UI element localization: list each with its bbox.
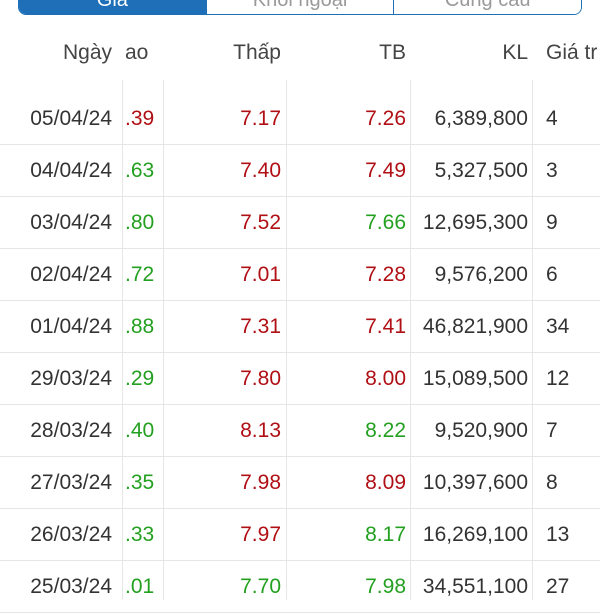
column-header-avg[interactable]: TB — [286, 26, 406, 80]
table-row[interactable]: 03/04/24 .80 7.52 7.66 12,695,300 9 — [0, 197, 600, 249]
cell-value: 34 — [546, 314, 570, 338]
cell-high: .40 — [125, 418, 155, 442]
cell-low: 7.98 — [240, 470, 281, 494]
cell-volume: 9,520,900 — [434, 418, 528, 442]
cell-low: 7.31 — [240, 314, 281, 338]
table-row[interactable]: 02/04/24 .72 7.01 7.28 9,576,200 6 — [0, 249, 600, 301]
table-row[interactable]: 25/03/24 .01 7.70 7.98 34,551,100 27 — [0, 561, 600, 613]
cell-value: 4 — [546, 106, 558, 130]
cell-low: 7.17 — [240, 106, 281, 130]
column-header-date[interactable]: Ngày — [0, 26, 112, 80]
cell-high: .63 — [125, 158, 155, 182]
cell-high: .35 — [125, 470, 155, 494]
cell-high: .72 — [125, 262, 155, 286]
cell-low: 7.52 — [240, 210, 281, 234]
cell-volume: 6,389,800 — [434, 106, 528, 130]
cell-value: 6 — [546, 262, 558, 286]
cell-date: 05/04/24 — [30, 106, 112, 130]
cell-value: 7 — [546, 418, 558, 442]
column-header-low[interactable]: Thấp — [156, 26, 281, 80]
cell-high: .39 — [125, 106, 155, 130]
table-row[interactable]: 29/03/24 .29 7.80 8.00 15,089,500 12 — [0, 353, 600, 405]
cell-volume: 12,695,300 — [422, 210, 528, 234]
cell-date: 01/04/24 — [30, 314, 112, 338]
cell-volume: 9,576,200 — [434, 262, 528, 286]
cell-value: 9 — [546, 210, 558, 234]
column-header-volume[interactable]: KL — [410, 26, 528, 80]
cell-value: 8 — [546, 470, 558, 494]
cell-volume: 16,269,100 — [422, 522, 528, 546]
table-row[interactable]: 05/04/24 .39 7.17 7.26 6,389,800 4 — [0, 93, 600, 145]
cell-low: 8.13 — [240, 418, 281, 442]
cell-volume: 15,089,500 — [422, 366, 528, 390]
cell-low: 7.70 — [240, 574, 281, 598]
cell-avg: 7.66 — [365, 210, 406, 234]
tab-foreign[interactable]: Khối ngoại — [205, 0, 394, 14]
tab-price[interactable]: Giá — [19, 0, 206, 14]
cell-low: 7.40 — [240, 158, 281, 182]
table-row[interactable]: 26/03/24 .33 7.97 8.17 16,269,100 13 — [0, 509, 600, 561]
cell-avg: 8.22 — [365, 418, 406, 442]
cell-value: 13 — [546, 522, 570, 546]
cell-volume: 34,551,100 — [422, 574, 528, 598]
cell-avg: 7.41 — [365, 314, 406, 338]
cell-low: 7.97 — [240, 522, 281, 546]
cell-avg: 8.09 — [365, 470, 406, 494]
cell-volume: 46,821,900 — [422, 314, 528, 338]
cell-high: .29 — [125, 366, 155, 390]
cell-date: 26/03/24 — [30, 522, 112, 546]
cell-avg: 7.28 — [365, 262, 406, 286]
table-header: Ngày ao Thấp TB KL Giá tr — [0, 26, 600, 80]
header-gap — [0, 80, 600, 93]
cell-avg: 8.00 — [365, 366, 406, 390]
table-row[interactable]: 27/03/24 .35 7.98 8.09 10,397,600 8 — [0, 457, 600, 509]
cell-high: .80 — [125, 210, 155, 234]
table-row[interactable]: 28/03/24 .40 8.13 8.22 9,520,900 7 — [0, 405, 600, 457]
cell-avg: 7.26 — [365, 106, 406, 130]
cell-low: 7.01 — [240, 262, 281, 286]
cell-date: 28/03/24 — [30, 418, 112, 442]
price-history-table[interactable]: 05/04/24 .39 7.17 7.26 6,389,800 4 04/04/24 .63… — [0, 93, 600, 613]
column-header-high[interactable]: ao — [122, 26, 156, 80]
cell-date: 02/04/24 — [30, 262, 112, 286]
tab-bar: Giá Khối ngoại Cung cầu — [18, 0, 582, 15]
cell-date: 25/03/24 — [30, 574, 112, 598]
cell-date: 27/03/24 — [30, 470, 112, 494]
column-header-value[interactable]: Giá tr — [532, 26, 600, 80]
cell-volume: 5,327,500 — [434, 158, 528, 182]
cell-high: .33 — [125, 522, 155, 546]
cell-low: 7.80 — [240, 366, 281, 390]
table-row[interactable]: 04/04/24 .63 7.40 7.49 5,327,500 3 — [0, 145, 600, 197]
tab-supply-demand[interactable]: Cung cầu — [393, 0, 581, 14]
cell-value: 27 — [546, 574, 570, 598]
cell-high: .88 — [125, 314, 155, 338]
cell-avg: 7.98 — [365, 574, 406, 598]
cell-date: 03/04/24 — [30, 210, 112, 234]
cell-high: .01 — [125, 574, 155, 598]
cell-value: 3 — [546, 158, 558, 182]
cell-volume: 10,397,600 — [422, 470, 528, 494]
cell-value: 12 — [546, 366, 570, 390]
cell-date: 04/04/24 — [30, 158, 112, 182]
table-row[interactable]: 01/04/24 .88 7.31 7.41 46,821,900 34 — [0, 301, 600, 353]
cell-date: 29/03/24 — [30, 366, 112, 390]
cell-avg: 7.49 — [365, 158, 406, 182]
cell-avg: 8.17 — [365, 522, 406, 546]
